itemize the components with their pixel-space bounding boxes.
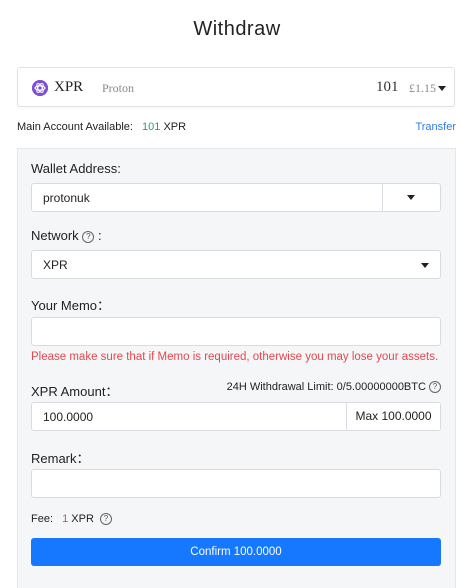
- withdrawal-limit-text: 24H Withdrawal Limit: 0/5.00000000BTC: [226, 381, 426, 393]
- token-selector[interactable]: XPR Proton 101 £1.15: [17, 67, 455, 107]
- wallet-address-label: Wallet Address:: [31, 161, 121, 176]
- chevron-down-icon: [421, 263, 429, 268]
- token-symbol: XPR: [54, 79, 84, 95]
- help-icon[interactable]: ?: [429, 381, 441, 393]
- network-select[interactable]: XPR: [31, 250, 441, 279]
- transfer-link[interactable]: Transfer: [415, 121, 456, 133]
- token-name: Proton: [102, 81, 135, 95]
- memo-label: Your Memo：: [31, 298, 110, 313]
- proton-logo-icon: [32, 80, 48, 96]
- available-balance: Main Account Available: 101 XPR: [17, 121, 186, 133]
- page-title: Withdraw: [193, 18, 281, 40]
- chevron-down-icon: [407, 195, 415, 200]
- fee-label: Fee:: [31, 513, 54, 525]
- remark-label: Remark：: [31, 451, 90, 466]
- address-book-dropdown[interactable]: [382, 184, 440, 211]
- help-icon[interactable]: ?: [99, 513, 112, 525]
- network-label-text: Network: [31, 228, 79, 243]
- fee-amount: 1: [62, 513, 69, 525]
- network-value: XPR: [43, 258, 68, 272]
- wallet-address-input[interactable]: protonuk: [31, 183, 441, 212]
- available-label: Main Account Available:: [17, 121, 133, 133]
- memo-input[interactable]: [31, 317, 441, 346]
- help-icon[interactable]: ?: [82, 231, 95, 243]
- token-fiat-value: £1.15: [409, 81, 436, 95]
- withdrawal-limit: 24H Withdrawal Limit: 0/5.00000000BTC ?: [227, 381, 441, 393]
- amount-input[interactable]: 100.0000 Max 100.0000: [31, 402, 441, 431]
- available-amount: 101: [142, 121, 161, 133]
- chevron-down-icon[interactable]: [438, 86, 446, 91]
- max-amount-button[interactable]: Max 100.0000: [346, 403, 440, 430]
- network-label-colon: :: [97, 228, 102, 243]
- available-unit: XPR: [163, 121, 187, 133]
- amount-value: 100.0000: [43, 410, 94, 424]
- confirm-button[interactable]: Confirm 100.0000: [31, 538, 441, 566]
- remark-input[interactable]: [31, 469, 441, 498]
- memo-warning: Please make sure that if Memo is require…: [31, 351, 439, 363]
- wallet-address-value: protonuk: [43, 191, 90, 205]
- fee-info: Fee: 1 XPR ?: [31, 513, 112, 525]
- fee-unit: XPR: [71, 513, 94, 525]
- amount-label: XPR Amount：: [31, 384, 119, 399]
- network-label: Network ? :: [31, 228, 102, 243]
- token-balance: 101: [376, 79, 399, 95]
